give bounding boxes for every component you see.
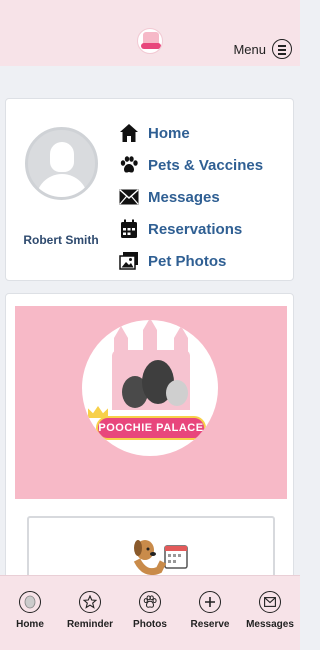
nav-item-home[interactable]: Home <box>118 117 263 149</box>
profile-nav: Home Pets & Vaccines Messages Reservatio… <box>118 117 263 277</box>
app-logo[interactable] <box>137 28 163 54</box>
nav-item-label: Home <box>148 124 190 142</box>
calendar-icon <box>118 218 140 240</box>
photos-icon <box>118 250 140 272</box>
star-icon <box>79 591 101 613</box>
bottom-nav-label: Photos <box>133 619 167 630</box>
nav-item-messages[interactable]: Messages <box>118 181 263 213</box>
menu-button[interactable]: Menu <box>233 39 292 59</box>
bottom-nav-label: Home <box>16 619 44 630</box>
nav-item-pets-vaccines[interactable]: Pets & Vaccines <box>118 149 263 181</box>
nav-item-label: Pet Photos <box>148 252 227 270</box>
paw-icon <box>139 591 161 613</box>
nav-item-label: Messages <box>148 188 220 206</box>
bottom-nav-label: Reserve <box>190 619 230 630</box>
nav-item-label: Pets & Vaccines <box>148 156 264 174</box>
bottom-nav-messages[interactable]: Messages <box>240 576 300 650</box>
nav-item-reservations[interactable]: Reservations <box>118 213 263 245</box>
bottom-nav-label: Messages <box>246 619 294 630</box>
user-name: Robert Smith <box>23 233 99 247</box>
avatar <box>25 127 98 200</box>
envelope-icon <box>259 591 281 613</box>
profile-card: Robert Smith Home Pets & Vaccines Messag… <box>5 98 294 281</box>
bottom-nav-label: Reminder <box>66 619 114 630</box>
plus-icon <box>199 591 221 613</box>
logo-text: POOCHIE PALACE <box>98 422 204 434</box>
bottom-nav-photos[interactable]: Photos <box>120 576 180 650</box>
home-circle-icon <box>19 591 41 613</box>
bottom-nav-home[interactable]: Home <box>0 576 60 650</box>
content-card: POOCHIE PALACE <box>5 293 294 593</box>
nav-item-label: Reservations <box>148 220 243 238</box>
paw-icon <box>118 154 140 176</box>
bottom-nav-reminder[interactable]: Reminder <box>60 576 120 650</box>
top-bar: Menu <box>0 0 300 66</box>
hamburger-icon <box>272 39 292 59</box>
logo-banner-shape <box>141 43 161 49</box>
logo-text-banner: POOCHIE PALACE <box>96 416 206 440</box>
logo-banner-panel: POOCHIE PALACE <box>15 306 287 499</box>
bottom-nav: Home Reminder Photos Reserve Messages <box>0 575 300 650</box>
envelope-icon <box>118 186 140 208</box>
nav-item-pet-photos[interactable]: Pet Photos <box>118 245 263 277</box>
poochie-palace-logo: POOCHIE PALACE <box>82 320 218 456</box>
menu-label: Menu <box>233 41 266 57</box>
home-icon <box>118 122 140 144</box>
bottom-nav-reserve[interactable]: Reserve <box>180 576 240 650</box>
